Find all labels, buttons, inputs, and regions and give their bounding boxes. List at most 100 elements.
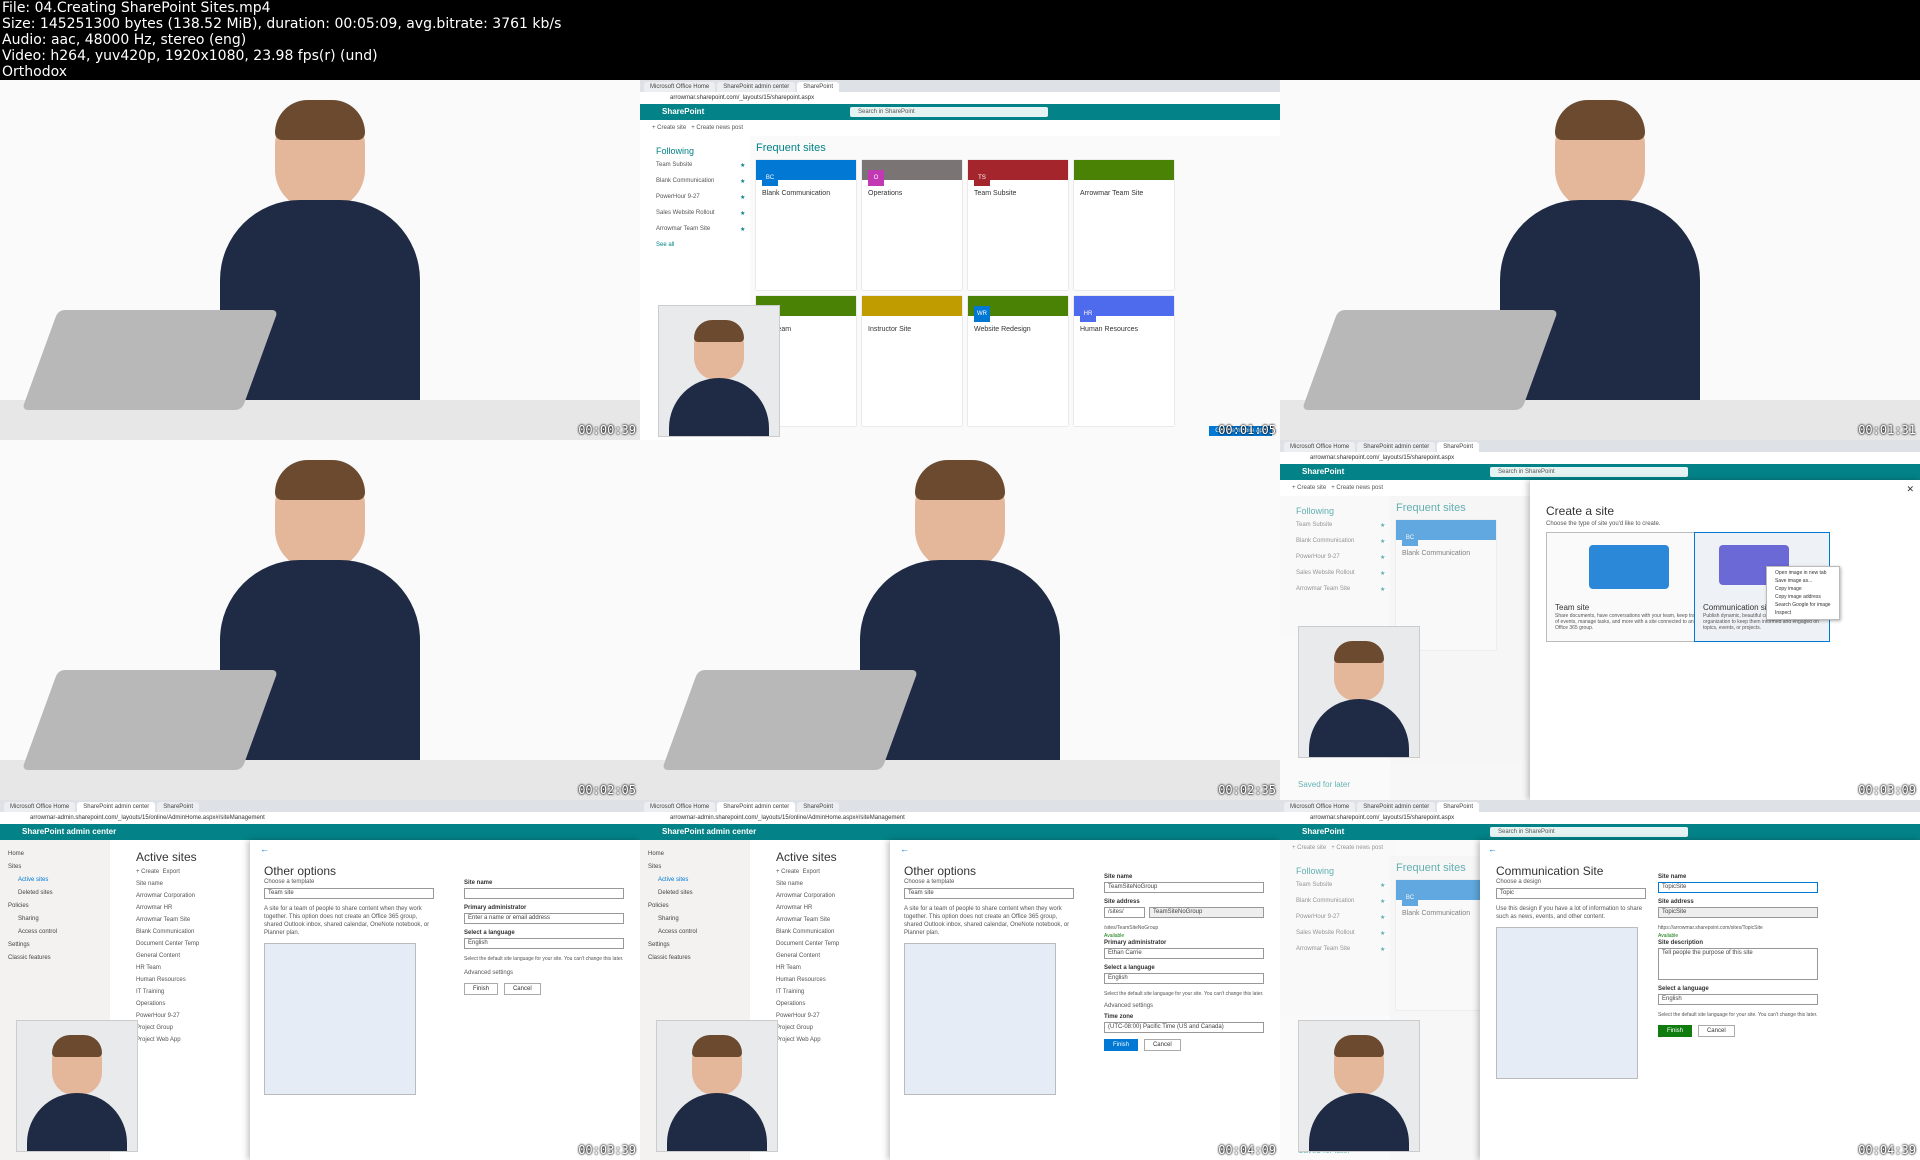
- following-item[interactable]: PowerHour 9-27: [1296, 914, 1390, 921]
- tab-sharepoint[interactable]: SharePoint: [1437, 442, 1479, 452]
- create-button[interactable]: + Create: [136, 869, 159, 875]
- create-news-post-button[interactable]: + Create news post: [691, 125, 743, 131]
- close-icon[interactable]: ✕: [1906, 484, 1914, 495]
- site-row[interactable]: Human Resources: [776, 974, 890, 986]
- tab-admin-center[interactable]: SharePoint admin center: [77, 802, 156, 812]
- site-row[interactable]: Document Center Temp: [136, 938, 250, 950]
- advanced-settings-toggle[interactable]: Advanced settings: [464, 969, 624, 977]
- tab-admin-center[interactable]: SharePoint admin center: [717, 802, 796, 812]
- cancel-button[interactable]: Cancel: [1697, 1025, 1735, 1037]
- tab-sharepoint[interactable]: SharePoint: [797, 802, 839, 812]
- primary-admin-input[interactable]: Enter a name or email address: [464, 913, 624, 924]
- finish-button[interactable]: Finish: [1104, 1039, 1139, 1051]
- site-card[interactable]: BC Blank Communication: [756, 160, 856, 290]
- site-name-input[interactable]: TeamSiteNoGroup: [1104, 882, 1264, 893]
- tab-office-home[interactable]: Microsoft Office Home: [4, 802, 76, 812]
- context-menu-item[interactable]: Copy image: [1767, 585, 1839, 593]
- tab-office-home[interactable]: Microsoft Office Home: [1284, 802, 1356, 812]
- back-arrow-icon[interactable]: ←: [1488, 844, 1497, 854]
- tab-office-home[interactable]: Microsoft Office Home: [644, 82, 716, 92]
- site-row[interactable]: Project Web App: [776, 1034, 890, 1046]
- context-menu-item[interactable]: Copy image address: [1767, 593, 1839, 601]
- team-site-option[interactable]: Team site Share documents, have conversa…: [1546, 532, 1712, 642]
- site-name-input[interactable]: TopicSite: [1658, 882, 1818, 893]
- following-item[interactable]: Arrowmar Team Site: [1296, 946, 1390, 953]
- site-row[interactable]: IT Training: [136, 986, 250, 998]
- tab-admin-center[interactable]: SharePoint admin center: [717, 82, 796, 92]
- nav-active-sites[interactable]: Active sites: [8, 874, 110, 887]
- site-row[interactable]: Operations: [136, 998, 250, 1010]
- nav-policies[interactable]: Policies: [8, 900, 110, 913]
- cancel-button[interactable]: Cancel: [503, 983, 541, 995]
- following-item[interactable]: Team Subsite: [1296, 882, 1390, 889]
- following-item[interactable]: Blank Communication: [1296, 898, 1390, 905]
- nav-active-sites[interactable]: Active sites: [648, 874, 750, 887]
- create-news-post-button[interactable]: + Create news post: [1331, 845, 1383, 851]
- site-row[interactable]: IT Training: [776, 986, 890, 998]
- site-row[interactable]: Arrowmar Corporation: [136, 890, 250, 902]
- column-header[interactable]: Site name: [136, 878, 250, 890]
- site-card[interactable]: HR Human Resources: [1074, 296, 1174, 426]
- template-dropdown[interactable]: Team site: [904, 888, 1074, 899]
- site-row[interactable]: Arrowmar HR: [136, 902, 250, 914]
- nav-home[interactable]: Home: [648, 848, 750, 861]
- site-card[interactable]: WR Website Redesign: [968, 296, 1068, 426]
- language-dropdown[interactable]: English: [1658, 994, 1818, 1005]
- site-row[interactable]: Blank Communication: [776, 926, 890, 938]
- site-row[interactable]: Project Group: [136, 1022, 250, 1034]
- following-item[interactable]: Sales Website Rollout: [1296, 570, 1390, 577]
- see-all-link[interactable]: See all: [656, 242, 750, 248]
- search-input[interactable]: Search in SharePoint: [1490, 827, 1688, 837]
- nav-home[interactable]: Home: [8, 848, 110, 861]
- following-item[interactable]: Blank Communication: [656, 178, 750, 185]
- create-site-button[interactable]: + Create site: [652, 125, 686, 131]
- tab-office-home[interactable]: Microsoft Office Home: [1284, 442, 1356, 452]
- create-site-button[interactable]: + Create site: [1292, 485, 1326, 491]
- nav-sites[interactable]: Sites: [648, 861, 750, 874]
- tab-sharepoint[interactable]: SharePoint: [157, 802, 199, 812]
- site-row[interactable]: Project Group: [776, 1022, 890, 1034]
- site-address-input[interactable]: TeamSiteNoGroup: [1149, 907, 1264, 918]
- cancel-button[interactable]: Cancel: [1143, 1039, 1181, 1051]
- search-input[interactable]: Search in SharePoint: [1490, 467, 1688, 477]
- site-name-input[interactable]: [464, 888, 624, 899]
- site-row[interactable]: Arrowmar HR: [776, 902, 890, 914]
- create-news-post-button[interactable]: + Create news post: [1331, 485, 1383, 491]
- following-item[interactable]: Blank Communication: [1296, 538, 1390, 545]
- context-menu-item[interactable]: Open image in new tab: [1767, 569, 1839, 577]
- site-row[interactable]: Project Web App: [136, 1034, 250, 1046]
- create-site-button[interactable]: + Create site: [1292, 845, 1326, 851]
- following-item[interactable]: Arrowmar Team Site: [1296, 586, 1390, 593]
- site-row[interactable]: Human Resources: [136, 974, 250, 986]
- nav-sharing[interactable]: Sharing: [648, 913, 750, 926]
- saved-for-later[interactable]: Saved for later: [1298, 780, 1350, 789]
- site-row[interactable]: General Content: [776, 950, 890, 962]
- finish-button[interactable]: Finish: [1658, 1025, 1693, 1037]
- following-item[interactable]: PowerHour 9-27: [656, 194, 750, 201]
- context-menu-item[interactable]: Save image as...: [1767, 577, 1839, 585]
- following-item[interactable]: Team Subsite: [1296, 522, 1390, 529]
- sites-prefix-dropdown[interactable]: /sites/: [1104, 907, 1145, 918]
- tab-office-home[interactable]: Microsoft Office Home: [644, 802, 716, 812]
- finish-button[interactable]: Finish: [464, 983, 499, 995]
- suite-bar[interactable]: SharePoint admin center: [640, 824, 1280, 840]
- nav-policies[interactable]: Policies: [648, 900, 750, 913]
- site-row[interactable]: Document Center Temp: [776, 938, 890, 950]
- nav-access-control[interactable]: Access control: [648, 926, 750, 939]
- site-row[interactable]: Operations: [776, 998, 890, 1010]
- context-menu-item[interactable]: Inspect: [1767, 609, 1839, 617]
- template-dropdown[interactable]: Team site: [264, 888, 434, 899]
- following-item[interactable]: Team Subsite: [656, 162, 750, 169]
- site-row[interactable]: HR Team: [776, 962, 890, 974]
- search-input[interactable]: Search in SharePoint: [850, 107, 1048, 117]
- back-arrow-icon[interactable]: ←: [260, 844, 269, 854]
- site-row[interactable]: General Content: [136, 950, 250, 962]
- nav-classic-features[interactable]: Classic features: [648, 952, 750, 965]
- site-address-input[interactable]: TopicSite: [1658, 907, 1818, 918]
- following-item[interactable]: Sales Website Rollout: [656, 210, 750, 217]
- site-card[interactable]: O Operations: [862, 160, 962, 290]
- nav-classic-features[interactable]: Classic features: [8, 952, 110, 965]
- site-row[interactable]: Arrowmar Team Site: [136, 914, 250, 926]
- nav-deleted-sites[interactable]: Deleted sites: [8, 887, 110, 900]
- language-dropdown[interactable]: English: [464, 938, 624, 949]
